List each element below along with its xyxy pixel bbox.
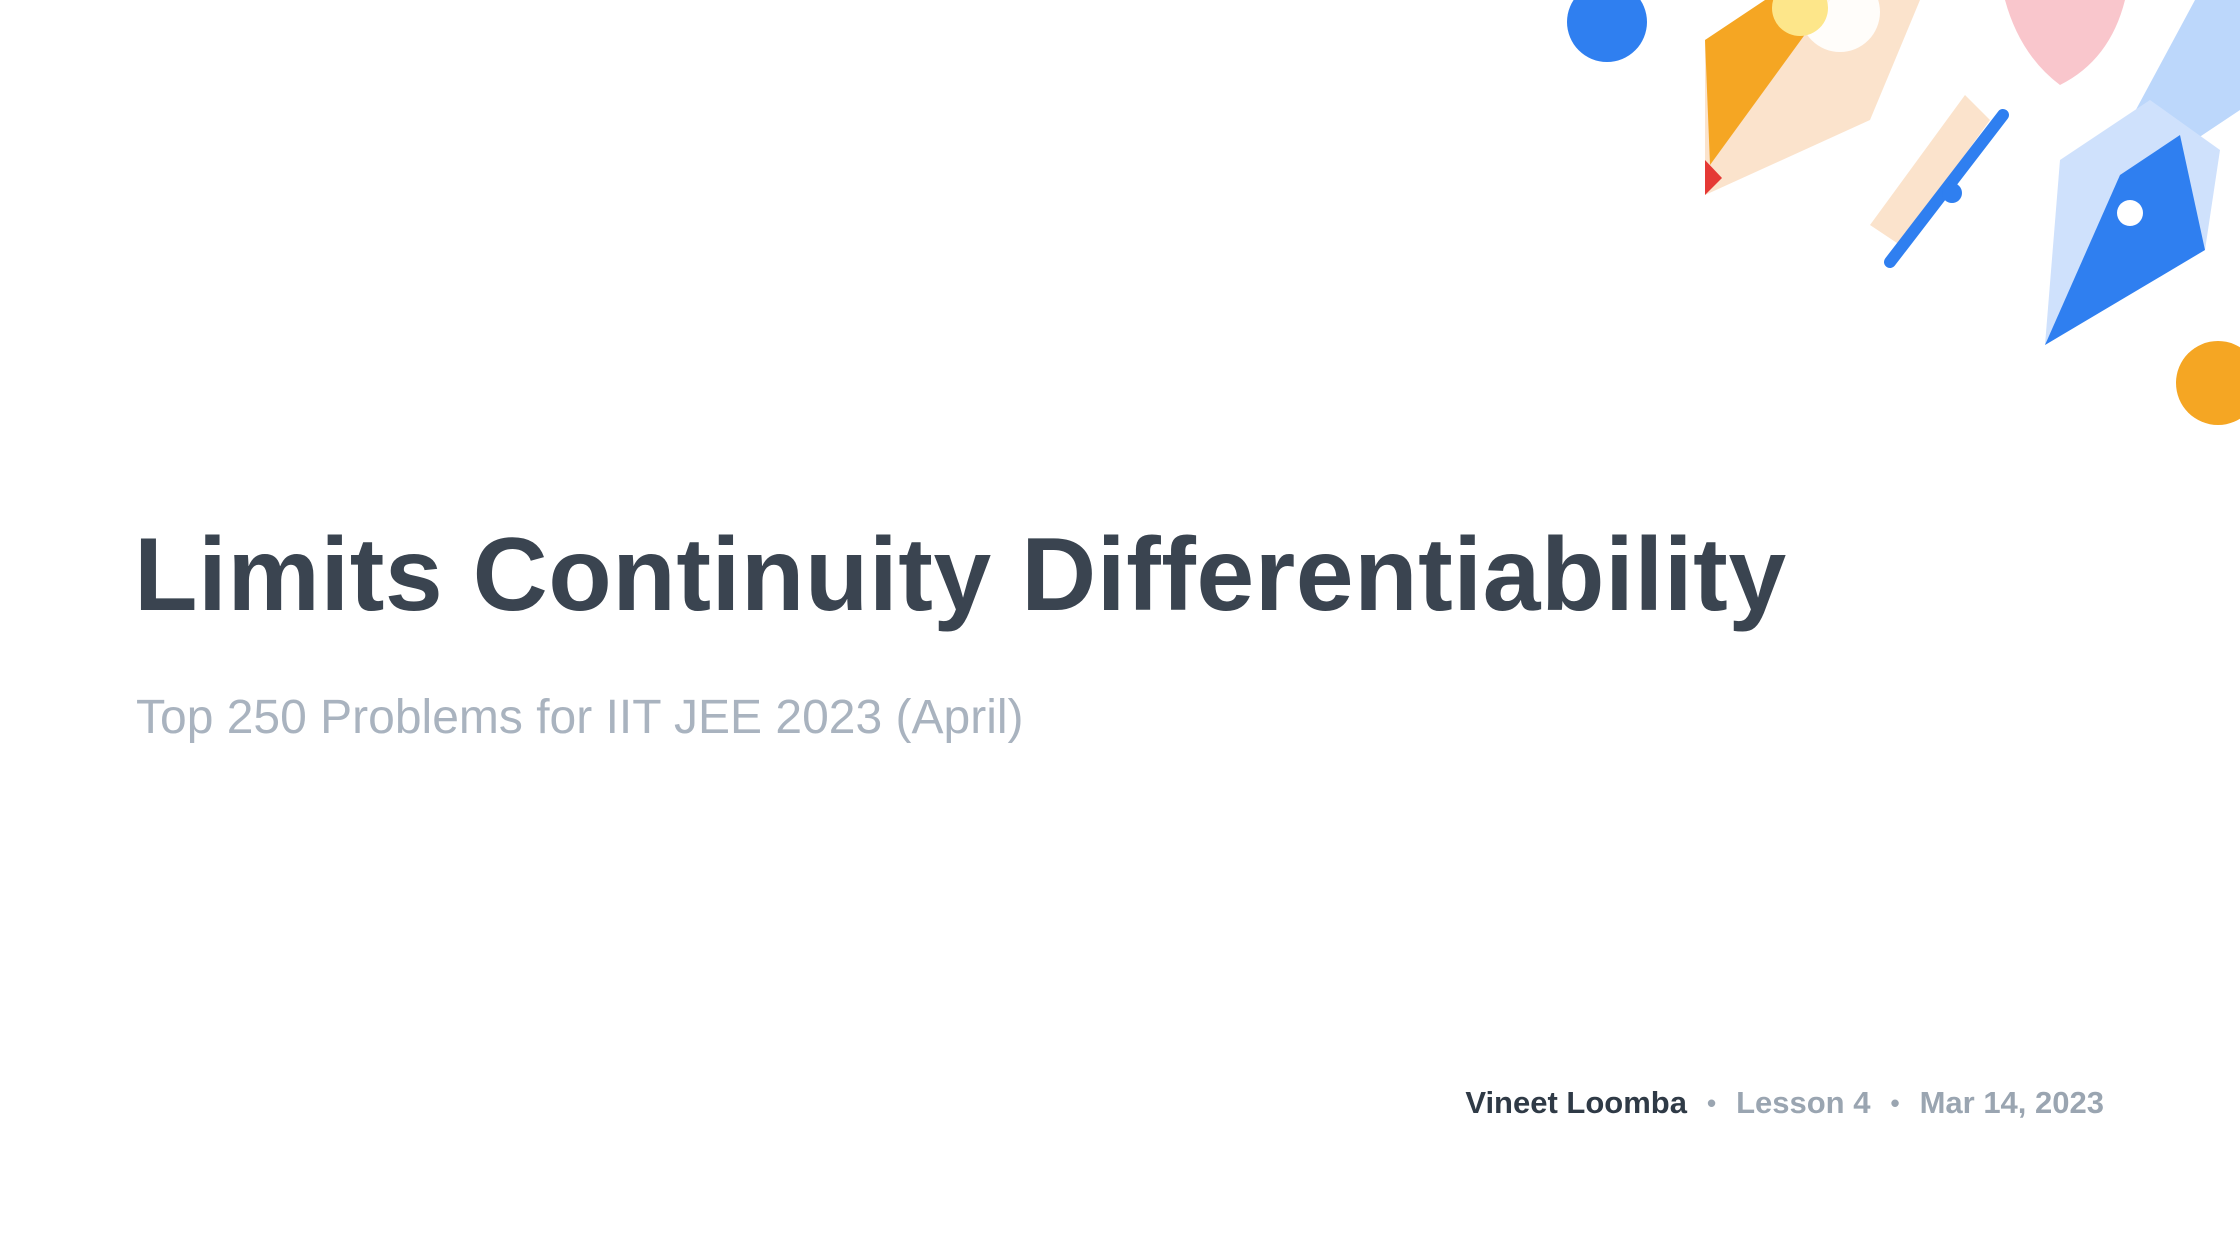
- separator-dot: •: [1706, 1088, 1717, 1118]
- slide-meta: Vineet Loomba • Lesson 4 • Mar 14, 2023: [1465, 1083, 2104, 1123]
- title-slide: Limits Continuity Differentiability Top …: [0, 0, 2240, 1260]
- pink-shape-icon: [2005, 0, 2125, 85]
- brush-icon: [1870, 95, 2009, 268]
- slide-title: Limits Continuity Differentiability: [134, 517, 1787, 633]
- slide-subtitle: Top 250 Problems for IIT JEE 2023 (April…: [136, 691, 1024, 744]
- orange-circle-icon: [2176, 341, 2240, 425]
- blue-circle-icon: [1567, 0, 1647, 62]
- date-label: Mar 14, 2023: [1919, 1085, 2104, 1120]
- separator-dot: •: [1890, 1088, 1900, 1118]
- lesson-label: Lesson 4: [1736, 1085, 1871, 1120]
- pencil-icon: [1705, 0, 1920, 195]
- author-name: Vineet Loomba: [1465, 1085, 1687, 1120]
